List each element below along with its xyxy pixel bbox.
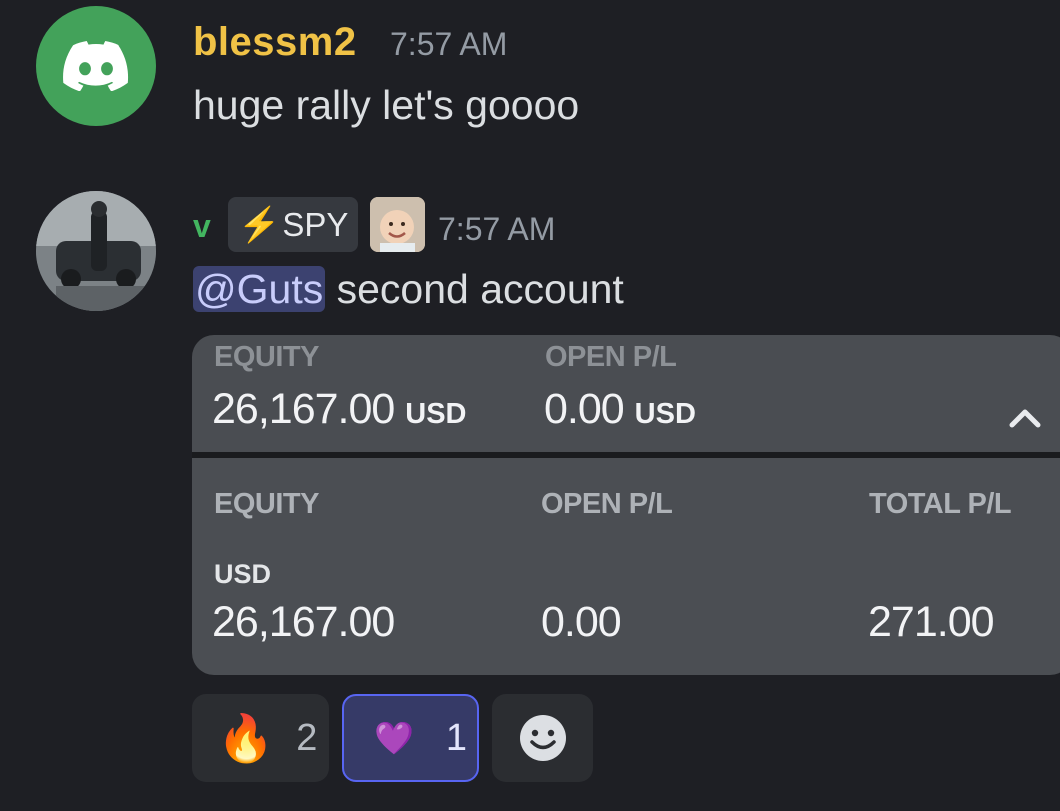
message-text: @Guts second account [193,266,624,313]
open-pl-value: 0.00 [541,598,622,646]
open-pl-amount: 0.00 [544,385,625,433]
reaction-fire[interactable]: 🔥 2 [192,694,329,782]
equity-label: EQUITY [214,341,319,373]
role-icon[interactable] [370,197,425,252]
equity-currency: USD [405,398,467,430]
discord-logo-icon-svg [63,41,129,91]
message-text: huge rally let's goooo [193,82,580,128]
message-body: second account [325,266,624,312]
add-reaction-smiley-icon [519,715,566,761]
open-pl-currency: USD [634,398,696,430]
reaction-count: 2 [296,716,318,759]
account-summary-collapsed: EQUITY OPEN P/L 26,167.00 USD 0.00 USD [192,335,1060,452]
timestamp: 7:57 AM [390,26,508,62]
purple-heart-icon: 💜 [374,720,414,756]
reaction-purple-heart[interactable]: 💜 1 [342,694,479,782]
user-photo-avatar [36,191,156,311]
username[interactable]: v [193,208,211,245]
equity-label: EQUITY [214,488,319,520]
total-pl-label: TOTAL P/L [869,488,1012,520]
reaction-count: 1 [445,716,467,759]
open-pl-label: OPEN P/L [545,341,677,373]
discord-logo-icon[interactable] [36,6,156,126]
add-reaction-button[interactable] [492,694,593,782]
equity-value: 26,167.00 [212,598,395,646]
image-attachment[interactable]: EQUITY OPEN P/L 26,167.00 USD 0.00 USD E… [192,335,1060,675]
chevron-up-icon [1009,409,1041,428]
open-pl-value: 0.00 USD [544,385,696,434]
baby-face-icon [370,197,425,252]
timestamp: 7:57 AM [438,211,556,247]
total-pl-value: 271.00 [868,598,995,646]
user-avatar[interactable] [36,191,156,311]
lightning-icon: ⚡ [238,205,281,244]
open-pl-label: OPEN P/L [541,488,673,520]
currency-label: USD [214,559,272,589]
user-mention[interactable]: @Guts [193,266,326,312]
equity-value: 26,167.00 USD [212,385,466,434]
account-summary-expanded: EQUITY OPEN P/L TOTAL P/L USD 26,167.00 … [192,458,1060,675]
role-tag-label: SPY [282,205,349,243]
fire-icon: 🔥 [217,712,275,764]
equity-amount: 26,167.00 [212,385,395,433]
username[interactable]: blessm2 [193,20,357,65]
role-tag[interactable]: ⚡ SPY [228,197,358,252]
